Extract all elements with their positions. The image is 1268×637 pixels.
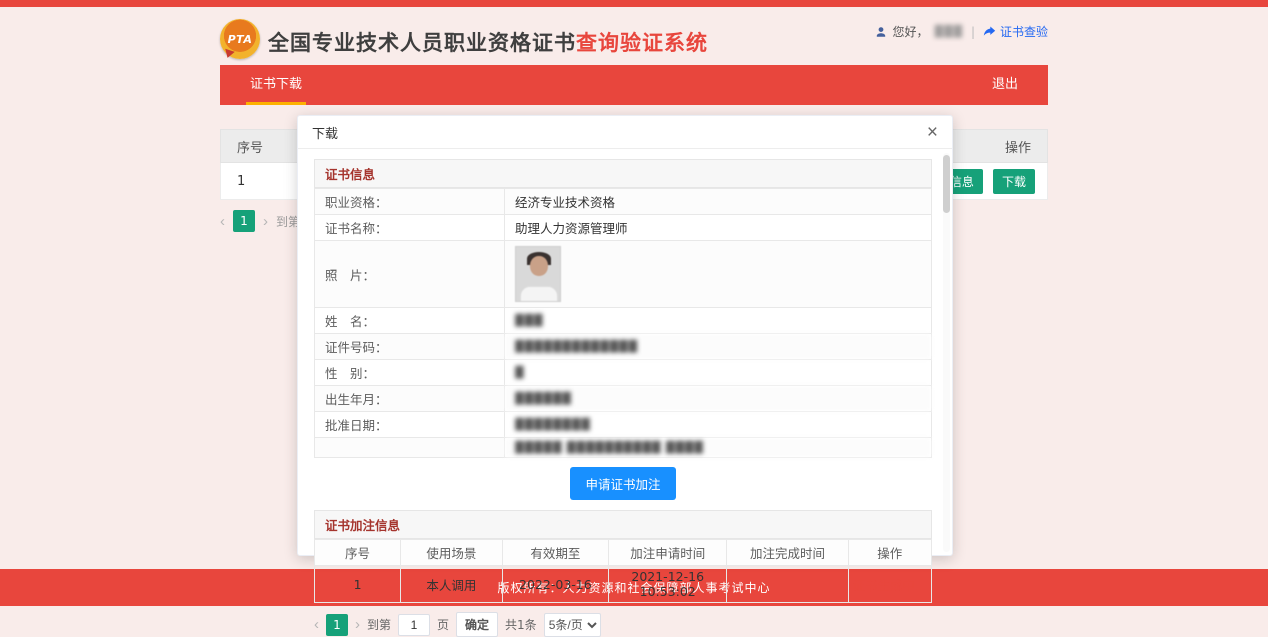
- close-icon[interactable]: ×: [927, 123, 938, 142]
- annotation-table: 序号 使用场景 有效期至 加注申请时间 加注完成时间 操作 1 本人调用 202…: [314, 539, 932, 603]
- row-label: 证书名称：: [315, 215, 505, 241]
- table-row: 姓 名： ▓▓▓: [315, 308, 932, 334]
- row-value-masked: ▓: [505, 360, 932, 386]
- cert-generating-link[interactable]: 证书生成中...: [853, 578, 927, 593]
- site-title-accent: 查询验证系统: [576, 31, 708, 55]
- total-count-label: 共1条: [505, 616, 537, 633]
- row-label: 性 别：: [315, 360, 505, 386]
- row-value-masked: ▓▓▓: [505, 308, 932, 334]
- row-no: 1: [237, 174, 245, 189]
- row-label: 出生年月：: [315, 386, 505, 412]
- photo-shirt: [520, 286, 558, 302]
- photo-face: [530, 256, 548, 276]
- cert-info-table: 职业资格： 经济专业技术资格 证书名称： 助理人力资源管理师 照 片： 姓 名: [314, 188, 932, 458]
- row-value-masked: ▓▓▓▓▓▓▓▓▓▓▓▓▓: [505, 334, 932, 360]
- cell-scene: 本人调用: [401, 566, 503, 603]
- col-header: 加注完成时间: [727, 540, 848, 566]
- modal-title: 下载: [312, 123, 338, 142]
- col-header: 加注申请时间: [608, 540, 726, 566]
- col-no: 序号: [237, 137, 263, 156]
- current-page-button[interactable]: 1: [233, 210, 255, 232]
- next-page-icon[interactable]: ›: [355, 617, 360, 632]
- col-header: 操作: [848, 540, 931, 566]
- cert-info-section-title: 证书信息: [314, 159, 932, 188]
- row-label: 证件号码：: [315, 334, 505, 360]
- logo-text: PTA: [228, 33, 253, 46]
- download-button[interactable]: 下载: [993, 169, 1035, 194]
- modal-scrollbar[interactable]: [943, 153, 950, 552]
- row-label: 姓 名：: [315, 308, 505, 334]
- download-modal: 下载 × 证书信息 职业资格： 经济专业技术资格 证书名称： 助理人力资源管理师…: [297, 115, 953, 556]
- row-value-masked: ▓▓▓▓▓▓: [505, 386, 932, 412]
- share-arrow-icon: [983, 25, 996, 38]
- cell-no: 1: [315, 566, 401, 603]
- annotation-pagination: ‹ 1 › 到第 页 确定 共1条 5条/页: [314, 612, 932, 637]
- table-row: 批准日期： ▓▓▓▓▓▓▓▓: [315, 412, 932, 438]
- row-label: 批准日期：: [315, 412, 505, 438]
- current-page-button[interactable]: 1: [326, 614, 348, 636]
- confirm-button[interactable]: 确定: [456, 612, 498, 637]
- table-row: 职业资格： 经济专业技术资格: [315, 189, 932, 215]
- apply-button-wrap: 申请证书加注: [314, 467, 932, 500]
- header-divider: |: [971, 25, 975, 39]
- cell-apply-time: 2021-12-16 10:53:02: [608, 566, 726, 603]
- modal-header: 下载 ×: [298, 116, 952, 149]
- id-photo: [515, 246, 561, 302]
- modal-body: 证书信息 职业资格： 经济专业技术资格 证书名称： 助理人力资源管理师 照 片：: [298, 149, 952, 637]
- table-row: 出生年月： ▓▓▓▓▓▓: [315, 386, 932, 412]
- brand: PTA 全国专业技术人员职业资格证书查询验证系统: [220, 19, 708, 59]
- page-size-select[interactable]: 5条/页: [544, 613, 601, 637]
- annotation-data-row: 1 本人调用 2022-03-16 2021-12-16 10:53:02 证书…: [315, 566, 932, 603]
- table-row: 证件号码： ▓▓▓▓▓▓▓▓▓▓▓▓▓: [315, 334, 932, 360]
- table-row: ▓▓▓▓▓ ▓▓▓▓▓▓▓▓▓▓ ▓▓▓▓: [315, 438, 932, 458]
- site-header: PTA 全国专业技术人员职业资格证书查询验证系统 您好， ▓▓▓ | 证书查验: [220, 7, 1048, 65]
- col-header: 使用场景: [401, 540, 503, 566]
- table-row: 证书名称： 助理人力资源管理师: [315, 215, 932, 241]
- goto-page-input[interactable]: [398, 614, 430, 636]
- cert-verify-label: 证书查验: [1000, 23, 1048, 40]
- site-title-main: 全国专业技术人员职业资格证书: [268, 31, 576, 55]
- pta-logo-icon: PTA: [220, 19, 260, 59]
- col-action: 操作: [1005, 137, 1031, 156]
- table-row: 性 别： ▓: [315, 360, 932, 386]
- col-header: 序号: [315, 540, 401, 566]
- site-title: 全国专业技术人员职业资格证书查询验证系统: [268, 27, 708, 57]
- greeting-text: 您好，: [893, 23, 929, 40]
- row-value-masked: ▓▓▓▓▓ ▓▓▓▓▓▓▓▓▓▓ ▓▓▓▓: [505, 438, 932, 458]
- row-label: [315, 438, 505, 458]
- cert-verify-link[interactable]: 证书查验: [983, 23, 1048, 40]
- row-value: 助理人力资源管理师: [505, 215, 932, 241]
- row-value: 经济专业技术资格: [505, 189, 932, 215]
- tab-cert-download[interactable]: 证书下载: [220, 65, 332, 105]
- table-row: 照 片：: [315, 241, 932, 308]
- prev-page-icon[interactable]: ‹: [314, 617, 319, 632]
- tab-cert-download-label: 证书下载: [250, 77, 302, 92]
- active-tab-underline: [246, 102, 306, 105]
- next-page-icon[interactable]: ›: [263, 214, 268, 229]
- scrollbar-thumb[interactable]: [943, 155, 950, 213]
- goto-label: 到第: [367, 616, 391, 633]
- annotation-header-row: 序号 使用场景 有效期至 加注申请时间 加注完成时间 操作: [315, 540, 932, 566]
- page-unit-label: 页: [437, 616, 449, 633]
- username-masked: ▓▓▓: [935, 25, 963, 38]
- row-value-masked: ▓▓▓▓▓▓▓▓: [505, 412, 932, 438]
- row-value-photo: [505, 241, 932, 308]
- col-header: 有效期至: [502, 540, 608, 566]
- main-nav: 证书下载 退出: [220, 65, 1048, 105]
- apply-annotation-button[interactable]: 申请证书加注: [570, 467, 675, 500]
- prev-page-icon[interactable]: ‹: [220, 214, 225, 229]
- user-area: 您好， ▓▓▓ | 证书查验: [875, 23, 1048, 40]
- cell-valid-until: 2022-03-16: [502, 566, 608, 603]
- annotation-section-title: 证书加注信息: [314, 510, 932, 539]
- user-icon: [875, 26, 887, 38]
- row-label: 照 片：: [315, 241, 505, 308]
- row-label: 职业资格：: [315, 189, 505, 215]
- cell-done-time: [727, 566, 848, 603]
- logout-button[interactable]: 退出: [962, 65, 1048, 105]
